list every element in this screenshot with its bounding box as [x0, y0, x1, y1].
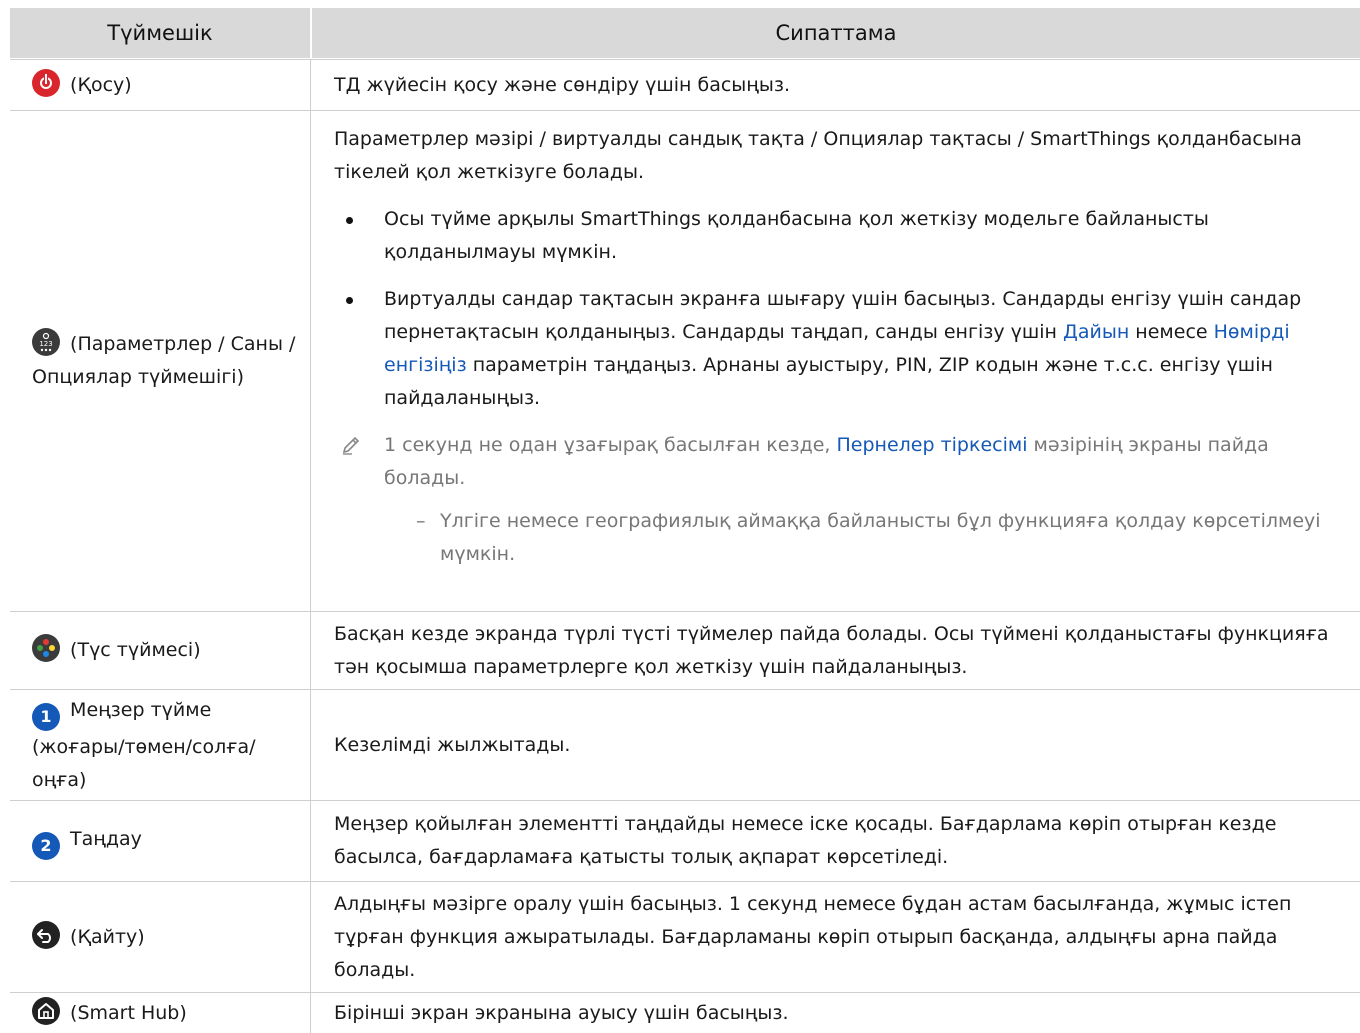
table-row-power: (Қосу) ТД жүйесін қосу және сөндіру үшін… [10, 59, 1360, 110]
button-cell: (Қайту) [10, 882, 311, 992]
button-cell: (Түс түймесі) [10, 612, 311, 689]
header-button: Түймешік [10, 8, 310, 58]
color-buttons-icon [32, 634, 60, 662]
svg-text:123: 123 [39, 340, 52, 348]
direction-description: Кезелімді жылжытады. [334, 733, 571, 756]
table-row-settings: 123 (Параметрлер / Саны / Опциялар түйме… [10, 110, 1360, 611]
table-row-direction: 1 Меңзер түйме (жоғары/төмен/солға/оңға)… [10, 689, 1360, 800]
return-description: Алдыңғы мәзірге оралу үшін басыңыз. 1 се… [334, 892, 1292, 981]
button-cell: 1 Меңзер түйме (жоғары/төмен/солға/оңға) [10, 690, 311, 800]
table-row-smarthub: (Smart Hub) Бірінші экран экранына ауысу… [10, 992, 1360, 1033]
return-icon [32, 920, 60, 949]
settings-subnote: – Үлгіге немесе географиялық аймаққа байл… [334, 505, 1346, 571]
description-cell: Басқан кезде экранда түрлі түсті түймеле… [312, 612, 1360, 689]
description-cell: Параметрлер мәзірі / виртуалды сандық та… [312, 111, 1360, 611]
color-description: Басқан кезде экранда түрлі түсті түймеле… [334, 622, 1329, 678]
button-cell: 123 (Параметрлер / Саны / Опциялар түйме… [10, 111, 311, 611]
color-label: (Түс түймесі) [70, 639, 201, 661]
number-1-badge: 1 [32, 702, 60, 731]
power-icon [32, 68, 60, 97]
button-cell: 2 Таңдау [10, 801, 311, 881]
key-combination-link[interactable]: Пернелер тіркесімі [836, 434, 1027, 456]
direction-label: Меңзер түйме (жоғары/төмен/солға/оңға) [32, 698, 256, 791]
smarthub-description: Бірінші экран экранына ауысу үшін басыңы… [334, 1001, 789, 1024]
select-label: Таңдау [70, 827, 142, 850]
description-cell: Кезелімді жылжытады. [312, 690, 1360, 800]
smarthub-label: (Smart Hub) [70, 1001, 187, 1024]
header-description: Сипаттама [312, 8, 1360, 58]
button-cell: (Smart Hub) [10, 993, 311, 1033]
number-2-badge: 2 [32, 831, 60, 860]
select-description: Меңзер қойылған элементті таңдайды немес… [334, 813, 1277, 868]
pencil-note-icon [340, 434, 362, 467]
settings-note: 1 секунд не одан ұзағырақ басылған кезде… [334, 429, 1346, 495]
return-label: (Қайту) [70, 925, 145, 948]
settings-label: (Параметрлер / Саны / Опциялар түймешігі… [32, 333, 296, 388]
description-cell: ТД жүйесін қосу және сөндіру үшін басыңы… [312, 60, 1360, 110]
settings-description: Параметрлер мәзірі / виртуалды сандық та… [334, 128, 1302, 183]
table-row-select: 2 Таңдау Меңзер қойылған элементті таңда… [10, 800, 1360, 881]
dash-mark: – [416, 510, 426, 532]
description-cell: Бірінші экран экранына ауысу үшін басыңы… [312, 993, 1360, 1033]
settings-numbers-icon: 123 [32, 328, 60, 356]
power-label: (Қосу) [70, 73, 132, 96]
done-link[interactable]: Дайын [1063, 321, 1129, 343]
power-description: ТД жүйесін қосу және сөндіру үшін басыңы… [334, 73, 790, 96]
settings-bullet-smartthings: Осы түйме арқылы SmartThings қолданбасын… [334, 203, 1346, 269]
table-row-color: (Түс түймесі) Басқан кезде экранда түрлі… [10, 611, 1360, 689]
description-cell: Алдыңғы мәзірге оралу үшін басыңыз. 1 се… [312, 882, 1360, 992]
table-row-return: (Қайту) Алдыңғы мәзірге оралу үшін басың… [10, 881, 1360, 992]
settings-bullet-numpad: Виртуалды сандар тақтасын экранға шығару… [334, 283, 1346, 415]
home-icon [32, 996, 60, 1025]
button-cell: (Қосу) [10, 60, 311, 110]
description-cell: Меңзер қойылған элементті таңдайды немес… [312, 801, 1360, 881]
